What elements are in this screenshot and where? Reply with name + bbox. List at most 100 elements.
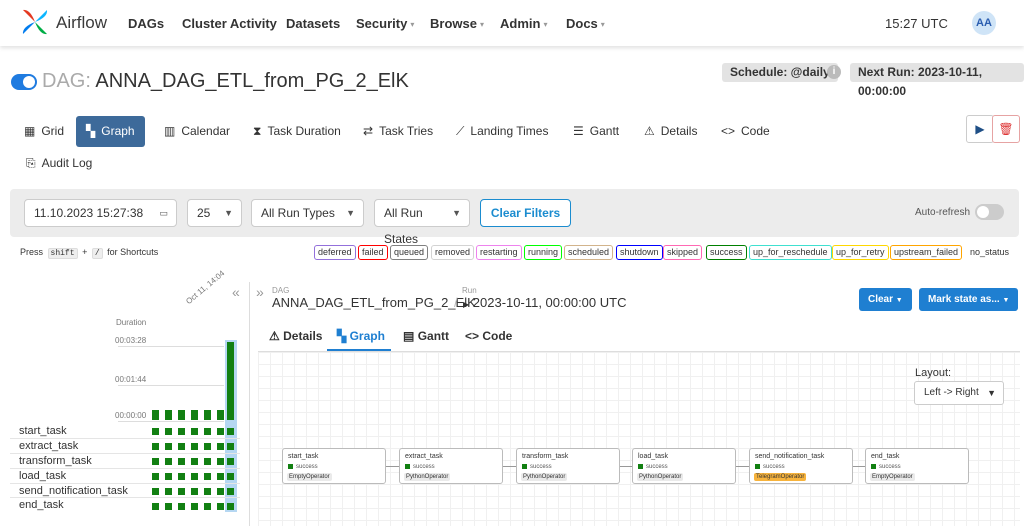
graph-node-send-notification-task[interactable]: send_notification_task success TelegramOpe… <box>749 448 853 484</box>
task-instance-cell[interactable] <box>152 458 159 465</box>
clear-run-button[interactable]: Clear ▼ <box>859 288 912 311</box>
state-badge-upstream-failed[interactable]: upstream_failed <box>890 245 963 260</box>
task-instance-cell[interactable] <box>191 428 198 435</box>
task-instance-cell[interactable] <box>217 428 224 435</box>
task-instance-cell[interactable] <box>204 488 211 495</box>
state-badge-queued[interactable]: queued <box>390 245 429 260</box>
airflow-logo-icon[interactable] <box>20 7 50 37</box>
task-instance-cell[interactable] <box>178 458 185 465</box>
graph-node-end-task[interactable]: end_task success EmptyOperator <box>865 448 969 484</box>
task-instance-cell[interactable] <box>227 443 234 450</box>
graph-node-start-task[interactable]: start_task success EmptyOperator <box>282 448 386 484</box>
task-instance-cell[interactable] <box>191 443 198 450</box>
state-badge-deferred[interactable]: deferred <box>314 245 356 260</box>
brand-name[interactable]: Airflow <box>56 13 107 33</box>
graph-canvas[interactable] <box>258 352 1020 526</box>
panel-divider[interactable] <box>249 282 250 526</box>
task-instance-cell[interactable] <box>204 458 211 465</box>
nav-cluster-activity[interactable]: Cluster Activity <box>182 16 277 31</box>
task-row-end[interactable]: end_task <box>19 499 64 511</box>
trigger-dag-button[interactable]: ▶ <box>966 115 994 143</box>
num-runs-select[interactable]: 25 ▼ <box>187 199 242 227</box>
task-instance-cell[interactable] <box>165 503 172 510</box>
task-instance-cell[interactable] <box>165 428 172 435</box>
utc-clock[interactable]: 15:27 UTC <box>885 16 948 31</box>
state-badge-success[interactable]: success <box>706 245 747 260</box>
user-avatar[interactable]: AA <box>972 11 996 35</box>
auto-refresh-toggle[interactable] <box>975 204 1004 220</box>
task-instance-cell[interactable] <box>217 488 224 495</box>
graph-node-transform-task[interactable]: transform_task success PythonOperator <box>516 448 620 484</box>
task-instance-cell[interactable] <box>204 428 211 435</box>
subtab-details[interactable]: ⚠ Details <box>269 329 322 343</box>
task-instance-cell[interactable] <box>227 473 234 480</box>
nav-admin[interactable]: Admin ▾ <box>500 16 547 31</box>
graph-node-load-task[interactable]: load_task success PythonOperator <box>632 448 736 484</box>
task-instance-cell[interactable] <box>191 488 198 495</box>
task-row-extract[interactable]: extract_task <box>19 440 78 452</box>
task-instance-cell[interactable] <box>165 473 172 480</box>
task-instance-cell[interactable] <box>178 428 185 435</box>
task-row-load[interactable]: load_task <box>19 470 66 482</box>
state-badge-scheduled[interactable]: scheduled <box>564 245 614 260</box>
tab-calendar[interactable]: ▥ Calendar <box>154 116 240 147</box>
state-badge-failed[interactable]: failed <box>358 245 388 260</box>
tab-grid[interactable]: ▦ Grid <box>14 116 74 147</box>
state-badge-up-for-retry[interactable]: up_for_retry <box>832 245 889 260</box>
task-instance-cell[interactable] <box>165 443 172 450</box>
run-bar[interactable] <box>165 410 172 420</box>
subtab-code[interactable]: <> Code <box>465 329 512 343</box>
task-row-send-notification[interactable]: send_notification_task <box>19 485 128 497</box>
state-badge-skipped[interactable]: skipped <box>663 245 703 260</box>
nav-docs[interactable]: Docs ▾ <box>566 16 605 31</box>
delete-dag-button[interactable]: 🗑 <box>992 115 1020 143</box>
breadcrumb-dag[interactable]: ANNA_DAG_ETL_from_PG_2_ElK <box>272 295 476 310</box>
task-instance-cell[interactable] <box>178 443 185 450</box>
collapse-grid-icon[interactable]: « <box>232 284 240 300</box>
tab-task-duration[interactable]: ⧗ Task Duration <box>243 116 351 147</box>
expand-grid-icon[interactable]: » <box>256 284 264 300</box>
task-instance-cell[interactable] <box>152 488 159 495</box>
task-instance-cell[interactable] <box>191 473 198 480</box>
task-instance-cell[interactable] <box>227 428 234 435</box>
task-instance-cell[interactable] <box>217 473 224 480</box>
nav-security[interactable]: Security ▾ <box>356 16 414 31</box>
mark-state-button[interactable]: Mark state as... ▼ <box>919 288 1019 311</box>
task-instance-cell[interactable] <box>152 443 159 450</box>
task-instance-cell[interactable] <box>191 503 198 510</box>
task-instance-cell[interactable] <box>204 443 211 450</box>
nav-dags[interactable]: DAGs <box>128 16 164 31</box>
task-instance-cell[interactable] <box>227 488 234 495</box>
run-types-select[interactable]: All Run Types ▼ <box>251 199 364 227</box>
info-icon[interactable]: i <box>827 65 841 79</box>
layout-select[interactable]: Left -> Right ▼ <box>914 381 1004 405</box>
run-bar[interactable] <box>178 410 185 420</box>
breadcrumb-run[interactable]: ▶ 2023-10-11, 00:00:00 UTC <box>463 295 626 310</box>
task-instance-cell[interactable] <box>191 458 198 465</box>
task-instance-cell[interactable] <box>152 473 159 480</box>
task-instance-cell[interactable] <box>178 473 185 480</box>
task-instance-cell[interactable] <box>165 488 172 495</box>
run-bar[interactable] <box>204 410 211 420</box>
state-badge-removed[interactable]: removed <box>431 245 475 260</box>
task-instance-cell[interactable] <box>178 488 185 495</box>
tab-landing-times[interactable]: ⟋ Landing Times <box>446 116 558 147</box>
task-instance-cell[interactable] <box>152 428 159 435</box>
task-instance-cell[interactable] <box>165 458 172 465</box>
tab-gantt[interactable]: ☰ Gantt <box>563 116 629 147</box>
dag-pause-toggle[interactable] <box>11 74 37 90</box>
state-badge-restarting[interactable]: restarting <box>476 245 522 260</box>
run-states-select[interactable]: All Run States ▼ <box>374 199 470 246</box>
task-row-transform[interactable]: transform_task <box>19 455 92 467</box>
task-instance-cell[interactable] <box>227 458 234 465</box>
run-bar[interactable] <box>191 410 198 420</box>
tab-audit-log[interactable]: ⎘ Audit Log <box>16 148 102 179</box>
task-instance-cell[interactable] <box>227 503 234 510</box>
task-instance-cell[interactable] <box>204 503 211 510</box>
task-instance-cell[interactable] <box>178 503 185 510</box>
nav-datasets[interactable]: Datasets <box>286 16 340 31</box>
run-bar[interactable] <box>217 410 224 420</box>
subtab-gantt[interactable]: ▤ Gantt <box>403 329 449 343</box>
clear-filters-button[interactable]: Clear Filters <box>480 199 571 227</box>
task-instance-cell[interactable] <box>152 503 159 510</box>
